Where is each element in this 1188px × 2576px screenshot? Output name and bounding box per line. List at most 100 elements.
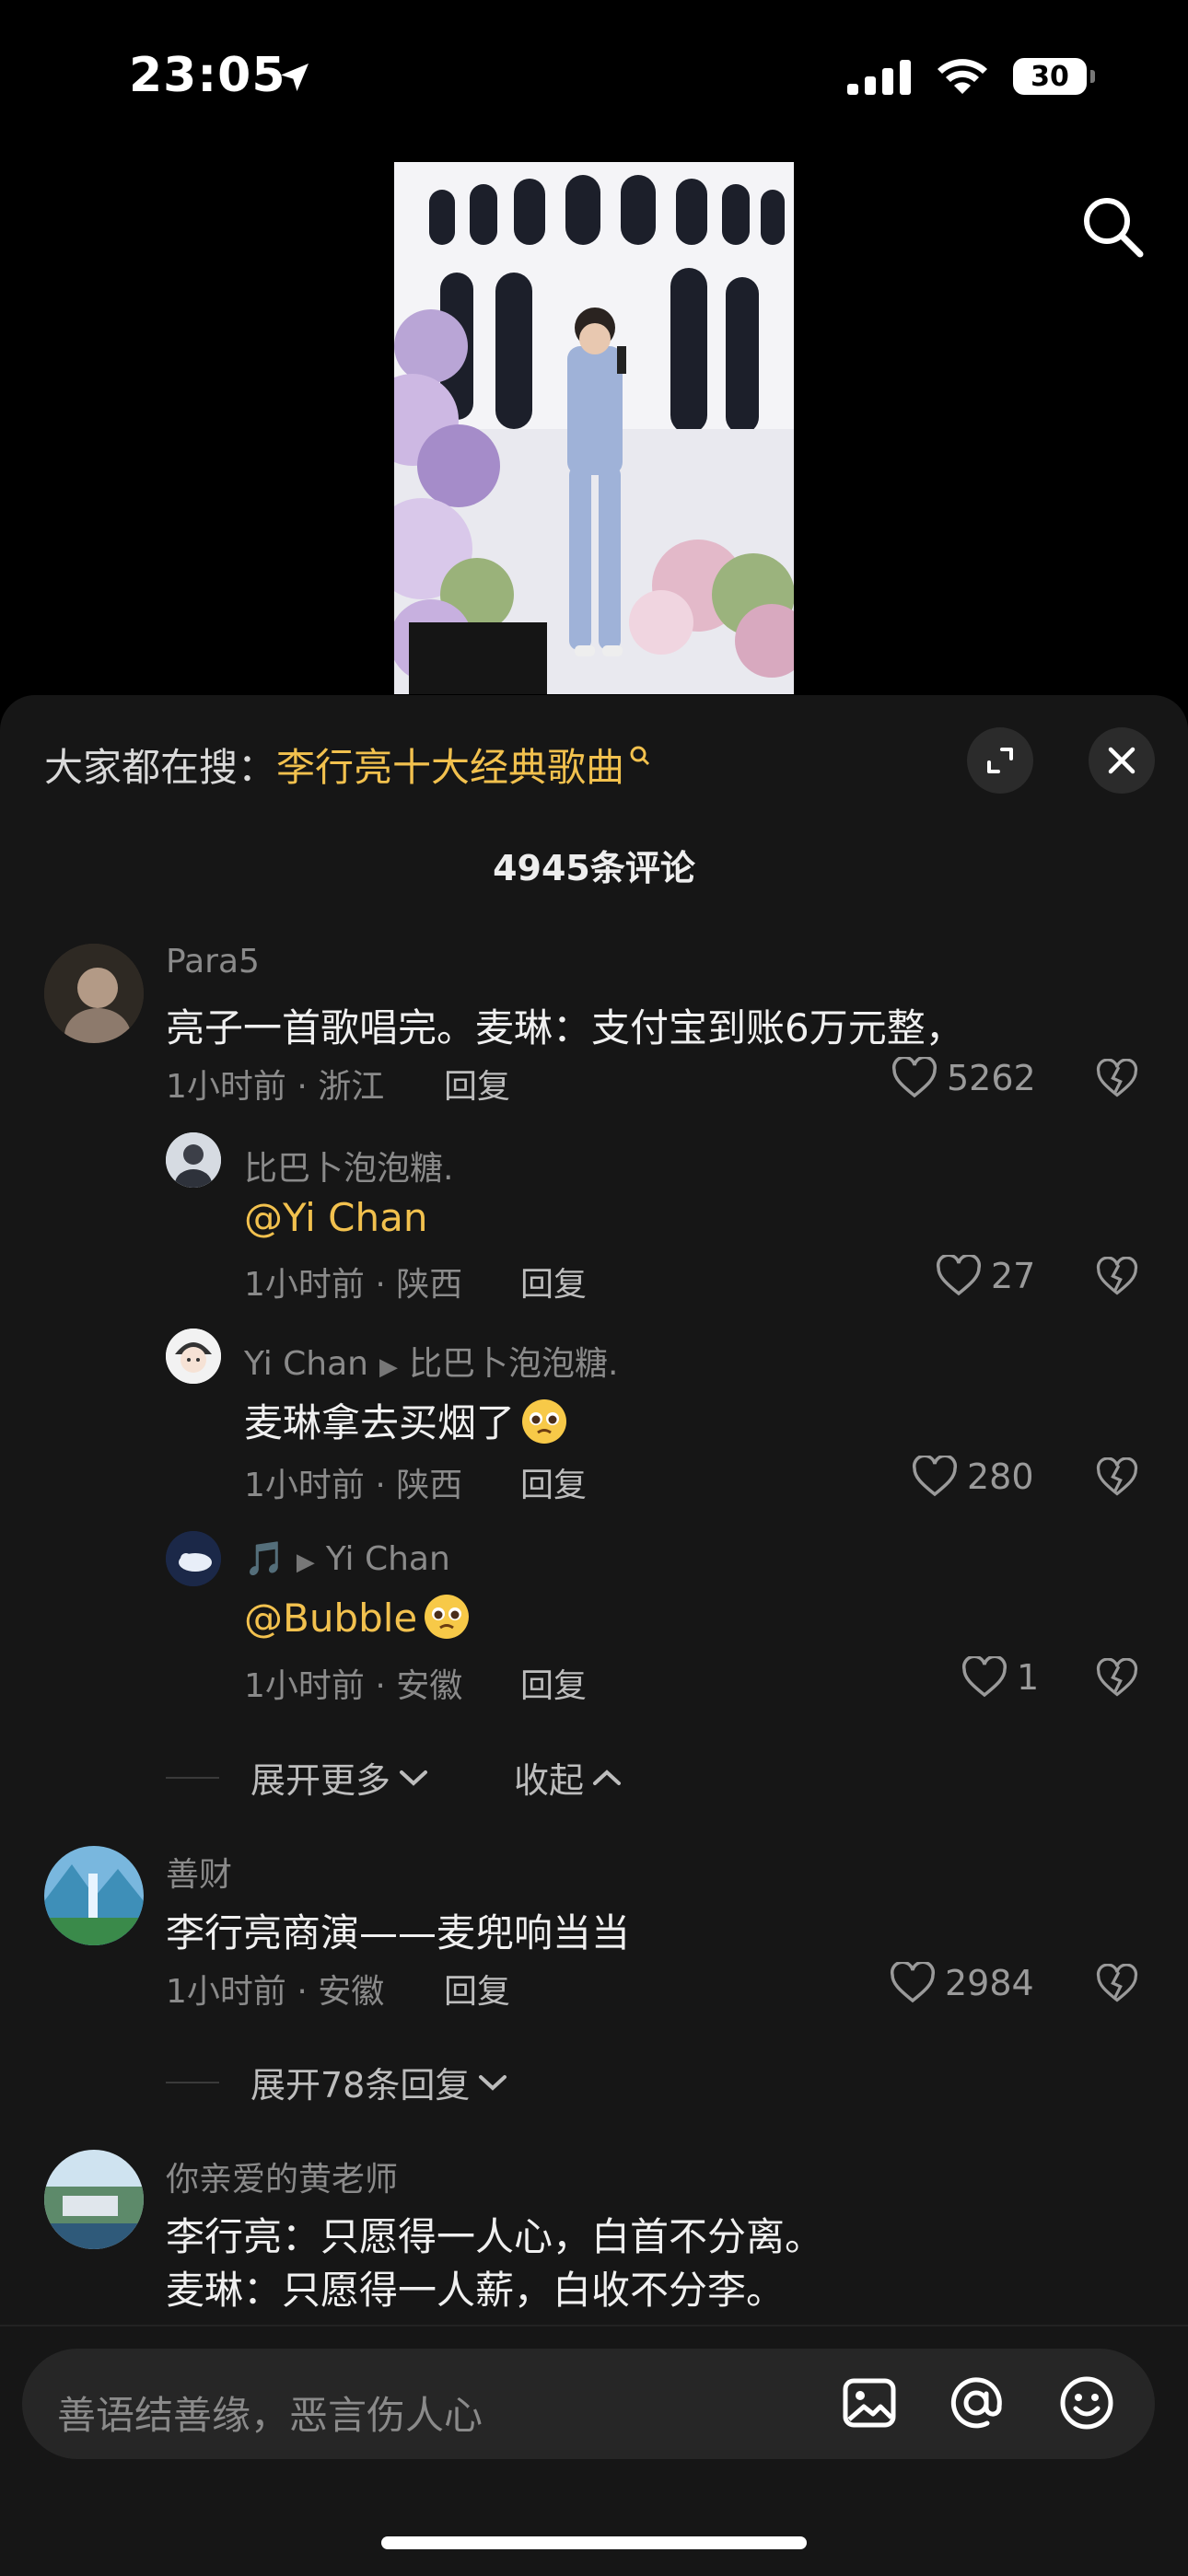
comment-meta: 1小时前 · 安徽 [166,1973,385,2011]
reply-to-username[interactable]: 比巴卜泡泡糖. [409,1345,618,1383]
comment-text: 亮子一首歌唱完。麦琳：支付宝到账6万元整， [166,1005,964,1050]
reply-text-content: 麦琳拿去买烟了 [244,1400,516,1445]
reply-button[interactable]: 回复 [444,1965,510,2013]
comment-text-line2: 麦琳：只愿得一人薪，白收不分李。 [166,2268,786,2313]
hot-search-keyword[interactable]: 李行亮十大经典歌曲 [276,745,624,790]
avatar-image [166,1132,221,1188]
reply-to-arrow-icon: ▶ [379,1353,398,1381]
expand-more-label: 展开更多 [250,1760,391,1801]
search-icon[interactable] [1079,193,1146,260]
reply-meta: 1小时前 · 陕西 [244,1266,463,1304]
reply-meta: 1小时前 · 安徽 [244,1667,463,1705]
close-icon [1108,747,1136,774]
dislike-icon[interactable] [1096,1658,1138,1699]
stage-performer-image [394,162,794,694]
reply-text: 麦琳拿去买烟了 [244,1392,568,1448]
like-count: 5262 [947,1058,1036,1098]
divider [166,1776,219,1779]
reply-button[interactable]: 回复 [520,1458,587,1506]
dislike-icon[interactable] [1096,1457,1138,1498]
heart-icon [891,1057,938,1098]
avatar-image [166,1531,221,1586]
comment-username[interactable]: Para5 [166,943,260,981]
heart-icon [936,1255,982,1296]
like-button[interactable]: 280 [912,1456,1034,1498]
like-button[interactable]: 2984 [890,1962,1034,2004]
comment-count-title: 4945条评论 [493,848,695,888]
reply-username-line: Yi Chan ▶ 比巴卜泡泡糖. [244,1337,618,1385]
dislike-icon[interactable] [1096,1257,1138,1297]
comment-text: 李行亮商演——麦兜响当当 [166,1910,631,1955]
like-button[interactable]: 27 [936,1255,1035,1297]
dislike-icon[interactable] [1096,1059,1138,1099]
collapse-label: 收起 [514,1760,585,1801]
wifi-icon [938,59,987,94]
heart-icon [961,1656,1007,1698]
reply-button[interactable]: 回复 [520,1659,587,1707]
reply-username-line: 🎵 ▶ Yi Chan [244,1539,450,1578]
avatar[interactable] [166,1531,221,1586]
chevron-down-icon [400,1770,428,1786]
like-count: 280 [967,1456,1034,1497]
reply-to-username[interactable]: Yi Chan [326,1540,450,1578]
avatar[interactable] [44,1846,144,1945]
comment-input-placeholder: 善语结善缘，恶言伤人心 [57,2393,483,2438]
reply-to-arrow-icon: ▶ [296,1549,315,1576]
reply-text: @Bubble [244,1593,471,1641]
expand-replies-label: 展开78条回复 [250,2065,471,2106]
comment-text-line1: 李行亮：只愿得一人心，白首不分离。 [166,2214,824,2259]
like-count: 2984 [945,1963,1034,2003]
home-indicator [381,2536,807,2549]
avatar[interactable] [166,1329,221,1384]
battery-indicator: 30 [1013,58,1095,95]
reply-username[interactable]: 比巴卜泡泡糖. [244,1142,453,1189]
comment-username[interactable]: 你亲爱的黄老师 [166,2152,398,2200]
comment-username[interactable]: 善财 [166,1848,232,1896]
reply-button[interactable]: 回复 [444,1060,510,1108]
reply-meta: 1小时前 · 陕西 [244,1467,463,1504]
dislike-icon[interactable] [1096,1964,1138,2004]
video-player[interactable] [394,162,794,694]
comment-meta: 1小时前 · 浙江 [166,1068,385,1106]
reply-username[interactable]: Yi Chan [244,1345,368,1383]
signal-icon [847,60,911,95]
hot-search-label: 大家都在搜： [44,745,277,790]
expand-icon [987,748,1013,773]
avatar-image [166,1329,221,1384]
mention-link[interactable]: @Bubble [244,1595,417,1641]
avatar-image [44,944,144,1043]
like-button[interactable]: 1 [961,1656,1039,1699]
collapse-button[interactable]: 收起 [514,1752,623,1803]
close-button[interactable] [1089,727,1155,794]
avatar[interactable] [166,1132,221,1188]
mention-link[interactable]: @Yi Chan [244,1195,427,1240]
emoji-icon[interactable] [1057,2373,1116,2432]
heart-icon [890,1962,936,2003]
location-arrow-icon [281,64,309,91]
pleading-face-emoji-icon [522,1399,567,1444]
expand-sheet-button[interactable] [967,727,1033,794]
reply-button[interactable]: 回复 [520,1258,587,1305]
hot-search-bar[interactable]: 大家都在搜：李行亮十大经典歌曲 [44,737,652,793]
like-button[interactable]: 5262 [891,1057,1036,1099]
heart-icon [912,1456,958,1497]
image-picker-icon[interactable] [840,2373,899,2432]
avatar-image [44,2150,144,2249]
chevron-up-icon [593,1769,622,1785]
reply-username[interactable]: 🎵 [244,1540,285,1578]
divider [166,2081,219,2083]
like-count: 27 [991,1256,1036,1296]
chevron-down-icon [479,2074,507,2091]
mention-at-icon[interactable] [947,2373,1006,2432]
like-count: 1 [1017,1657,1040,1698]
pleading-face-emoji-icon [425,1595,470,1639]
expand-replies-button[interactable]: 展开78条回复 [166,2057,508,2107]
reply-text: @Yi Chan [244,1195,427,1240]
avatar[interactable] [44,2150,144,2249]
avatar[interactable] [44,944,144,1043]
small-search-icon [630,746,650,766]
avatar-image [44,1846,144,1945]
status-icons: 30 [847,57,1095,96]
expand-more-button[interactable]: 展开更多 [166,1752,429,1803]
status-time: 23:05 [129,48,286,103]
